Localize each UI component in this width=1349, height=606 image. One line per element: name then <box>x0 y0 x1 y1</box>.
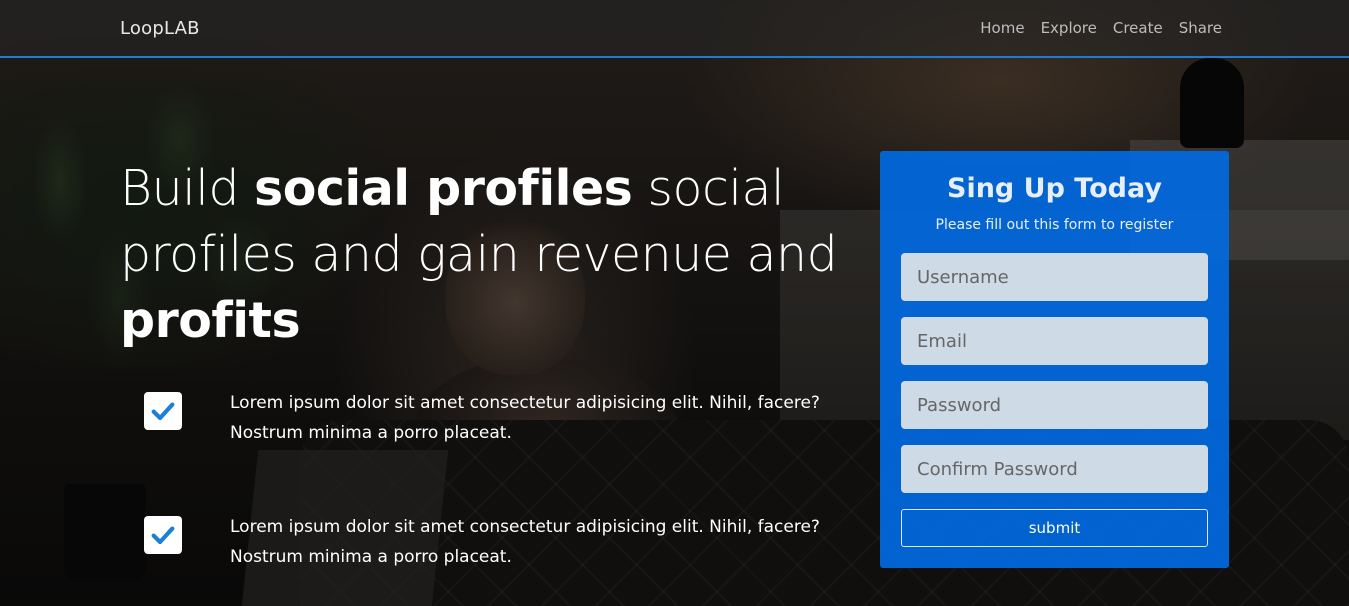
hero-title-part-1: Build <box>120 160 255 217</box>
signup-subtitle: Please fill out this form to register <box>935 217 1174 233</box>
signup-title: Sing Up Today <box>947 173 1162 204</box>
hero-title-bold-2: profits <box>120 292 301 349</box>
checkmark-icon <box>144 392 182 430</box>
nav-link-share[interactable]: Share <box>1179 19 1222 37</box>
password-input[interactable] <box>901 381 1208 429</box>
nav-link-explore[interactable]: Explore <box>1041 19 1097 37</box>
nav-link-home[interactable]: Home <box>980 19 1024 37</box>
username-input[interactable] <box>901 253 1208 301</box>
brand-logo[interactable]: LoopLAB <box>120 18 200 39</box>
email-input[interactable] <box>901 317 1208 365</box>
signup-form: Sing Up Today Please fill out this form … <box>880 151 1229 568</box>
nav-link-create[interactable]: Create <box>1113 19 1163 37</box>
checkmark-icon <box>144 516 182 554</box>
feature-text: Lorem ipsum dolor sit amet consectetur a… <box>230 517 820 567</box>
hero-title-bold-1: social profiles <box>254 160 633 217</box>
nav-links: Home Explore Create Share <box>980 19 1222 37</box>
hero-title: Build social profiles social profiles an… <box>120 156 840 354</box>
submit-button[interactable]: submit <box>901 509 1208 547</box>
confirm-password-input[interactable] <box>901 445 1208 493</box>
feature-text: Lorem ipsum dolor sit amet consectetur a… <box>230 393 820 443</box>
navbar: LoopLAB Home Explore Create Share <box>0 0 1349 58</box>
